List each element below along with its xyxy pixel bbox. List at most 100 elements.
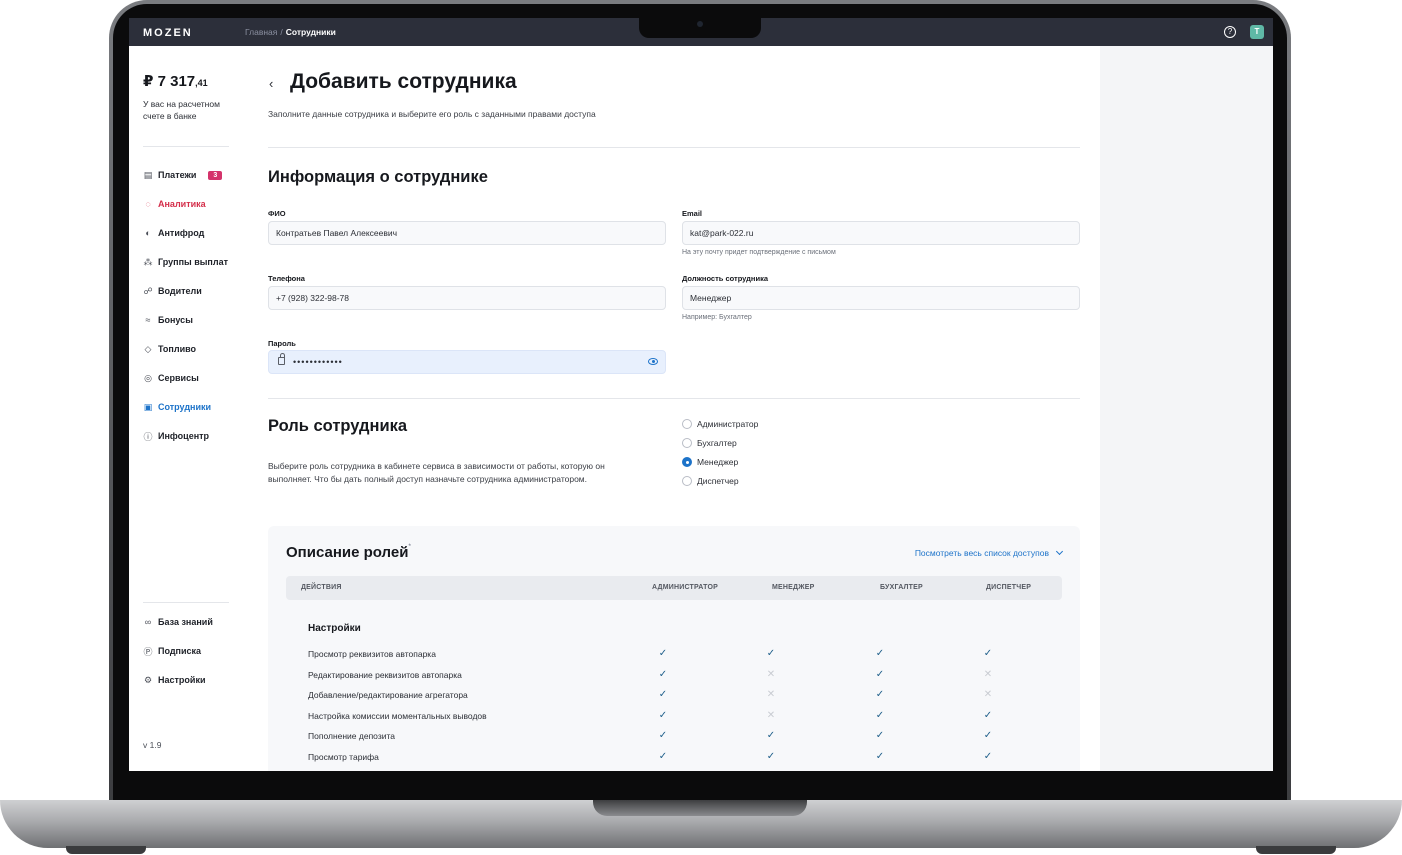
role-option-manager[interactable]: Менеджер xyxy=(682,457,738,467)
breadcrumb-separator: / xyxy=(280,27,283,37)
check-icon: ✓ xyxy=(875,648,885,659)
role-option-label: Менеджер xyxy=(697,457,739,467)
role-option-label: Администратор xyxy=(697,419,759,429)
laptop-foot-left xyxy=(66,846,146,854)
database-icon: ▤ xyxy=(143,169,153,180)
sidebar-item-knowledge-base[interactable]: ∞ База знаний xyxy=(143,615,213,629)
cross-icon: ✕ xyxy=(766,689,776,700)
radio-button-selected[interactable] xyxy=(682,457,692,467)
sidebar-item-payments[interactable]: ▤ Платежи 3 xyxy=(143,168,223,182)
laptop-foot-right xyxy=(1256,846,1336,854)
role-description: Выберите роль сотрудника в кабинете серв… xyxy=(268,461,605,484)
gear-icon: ⚙ xyxy=(143,674,153,685)
sidebar-item-infocenter[interactable]: ⓘ Инфоцентр xyxy=(143,429,209,443)
sidebar-divider xyxy=(143,146,229,147)
roles-description-card: Описание ролей* Посмотреть весь список д… xyxy=(268,526,1080,771)
breadcrumb-home[interactable]: Главная xyxy=(245,27,277,37)
table-row: Просмотр реквизитов автопарка ✓ ✓ ✓ ✓ xyxy=(268,645,1080,665)
section-divider xyxy=(268,398,1080,399)
radio-button[interactable] xyxy=(682,419,692,429)
role-section-title: Роль сотрудника xyxy=(268,417,408,435)
phone-label: Телефона xyxy=(268,274,305,283)
eye-icon[interactable] xyxy=(648,358,658,365)
position-field[interactable]: Менеджер xyxy=(682,286,1080,310)
lock-icon xyxy=(278,353,285,365)
permission-action: Добавление/редактирование агрегатора xyxy=(308,690,468,700)
check-icon: ✓ xyxy=(766,730,776,741)
app-version: v 1.9 xyxy=(143,740,162,750)
sidebar-item-bonuses[interactable]: ≈ Бонусы xyxy=(143,313,193,327)
permission-action: Пополнение депозита xyxy=(308,731,395,741)
sidebar-item-employees[interactable]: ▣ Сотрудники xyxy=(143,400,211,414)
sidebar-item-antifraud[interactable]: ◐ Антифрод xyxy=(143,226,204,240)
check-icon: ✓ xyxy=(766,751,776,762)
sidebar-item-services[interactable]: ◎ Сервисы xyxy=(143,371,199,385)
header-manager: МЕНЕДЖЕР xyxy=(772,584,815,591)
main-content: ‹ Добавить сотрудника Заполните данные с… xyxy=(253,46,1100,771)
role-option-accountant[interactable]: Бухгалтер xyxy=(682,438,737,448)
role-option-admin[interactable]: Администратор xyxy=(682,419,758,429)
header-admin: АДМИНИСТРАТОР xyxy=(652,584,718,591)
sidebar-item-payout-groups[interactable]: ⁂ Группы выплат xyxy=(143,255,229,269)
fio-label: ФИО xyxy=(268,209,286,218)
subscription-icon: Ⓟ xyxy=(143,646,153,657)
role-option-label: Бухгалтер xyxy=(697,438,737,448)
app-logo[interactable]: MOZEN xyxy=(143,27,193,39)
check-icon: ✓ xyxy=(983,751,993,762)
radio-button[interactable] xyxy=(682,476,692,486)
sidebar-item-subscription[interactable]: Ⓟ Подписка xyxy=(143,644,201,658)
fuel-drop-icon: ◇ xyxy=(144,343,152,354)
fio-field[interactable]: Контратьев Павел Алексеевич xyxy=(268,221,666,245)
check-icon: ✓ xyxy=(983,710,993,721)
table-row: Редактирование реквизитов автопарка ✓ ✕ … xyxy=(268,666,1080,686)
sidebar: ₽ 7 317,41 У вас на расчетном счете в ба… xyxy=(129,46,253,771)
sidebar-item-label: Инфоцентр xyxy=(158,431,210,441)
radio-button[interactable] xyxy=(682,438,692,448)
sidebar-item-analytics[interactable]: ◌ Аналитика xyxy=(143,197,206,211)
breadcrumb: Главная / Сотрудники xyxy=(245,27,336,37)
email-field[interactable]: kat@park-022.ru xyxy=(682,221,1080,245)
question-circle-icon[interactable]: ? xyxy=(1224,26,1236,38)
roles-title: Описание ролей* xyxy=(286,544,411,561)
phone-field[interactable]: +7 (928) 322-98-78 xyxy=(268,286,666,310)
balance-cents: ,41 xyxy=(195,78,208,88)
header-dispatcher: ДИСПЕТЧЕР xyxy=(986,584,1032,591)
sidebar-item-label: Аналитика xyxy=(158,199,206,209)
sidebar-item-label: Настройки xyxy=(158,675,206,685)
analytics-icon: ◌ xyxy=(145,199,151,209)
sidebar-item-label: Антифрод xyxy=(158,228,205,238)
sidebar-item-label: Сервисы xyxy=(158,373,199,383)
check-icon: ✓ xyxy=(658,730,668,741)
shield-icon: ◐ xyxy=(145,228,151,238)
password-value: •••••••••••• xyxy=(293,357,343,367)
password-field[interactable]: •••••••••••• xyxy=(268,350,666,374)
cross-icon: ✕ xyxy=(766,669,776,680)
sidebar-item-drivers[interactable]: ☍ Водители xyxy=(143,284,201,298)
cross-icon: ✕ xyxy=(983,669,993,680)
chevron-down-icon xyxy=(1055,547,1064,556)
view-all-access-link[interactable]: Посмотреть весь список доступов xyxy=(915,547,1064,558)
check-icon: ✓ xyxy=(658,751,668,762)
permission-group-title: Настройки xyxy=(308,623,361,634)
position-label: Должность сотрудника xyxy=(682,274,768,283)
role-option-label: Диспетчер xyxy=(697,476,739,486)
avatar[interactable]: T xyxy=(1250,25,1264,39)
roles-table-header: ДЕЙСТВИЯ АДМИНИСТРАТОР МЕНЕДЖЕР БУХГАЛТЕ… xyxy=(286,576,1062,600)
check-icon: ✓ xyxy=(875,751,885,762)
glasses-icon: ∞ xyxy=(144,617,152,627)
sidebar-item-label: Группы выплат xyxy=(158,257,228,267)
sidebar-divider xyxy=(143,602,229,603)
role-option-dispatcher[interactable]: Диспетчер xyxy=(682,476,739,486)
sidebar-item-fuel[interactable]: ◇ Топливо xyxy=(143,342,197,356)
permission-action: Просмотр реквизитов автопарка xyxy=(308,649,436,659)
page-subtitle: Заполните данные сотрудника и выберите е… xyxy=(268,109,596,119)
email-label: Email xyxy=(682,209,703,218)
permission-action: Просмотр тарифа xyxy=(308,752,379,762)
check-icon: ✓ xyxy=(658,710,668,721)
check-icon: ✓ xyxy=(875,730,885,741)
position-hint: Например: Бухгалтер xyxy=(682,314,752,321)
sidebar-item-settings[interactable]: ⚙ Настройки xyxy=(143,673,206,687)
back-chevron-icon[interactable]: ‹ xyxy=(269,76,273,91)
check-icon: ✓ xyxy=(875,669,885,680)
permission-action: Редактирование реквизитов автопарка xyxy=(308,670,462,680)
